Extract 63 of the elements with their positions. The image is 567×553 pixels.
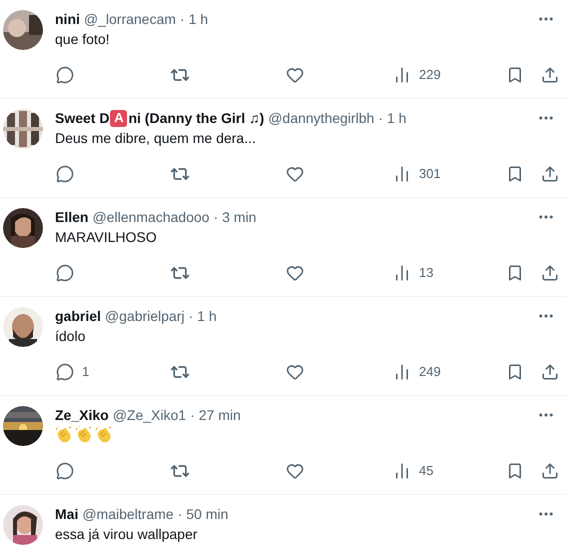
post-time[interactable]: 50 min (186, 504, 228, 524)
bookmark-icon[interactable] (506, 363, 524, 381)
user-handle[interactable]: @maibeltrame (82, 504, 174, 524)
post-time[interactable]: 1 h (386, 108, 406, 128)
reply-count: 1 (82, 363, 90, 382)
reply-icon[interactable] (56, 363, 74, 381)
dot-separator: · (188, 307, 194, 326)
like-icon[interactable] (286, 363, 304, 381)
reply-icon[interactable] (56, 66, 74, 84)
dot-separator: · (378, 109, 383, 128)
author-name[interactable]: Sweet D A ni (Danny the Girl ♫) (55, 108, 264, 128)
user-handle[interactable]: @Ze_Xiko1 (112, 405, 186, 425)
reply-text: que foto! (55, 30, 110, 49)
author-name[interactable]: nini (55, 9, 80, 29)
like-icon[interactable] (286, 66, 304, 84)
post-time[interactable]: 27 min (198, 405, 241, 425)
clapping-hands-icon (95, 426, 113, 444)
views-icon[interactable] (393, 165, 411, 183)
author-name[interactable]: Mai (55, 504, 78, 524)
view-count: 13 (419, 264, 434, 282)
user-handle[interactable]: @dannythegirlbh (268, 108, 374, 128)
like-icon[interactable] (286, 165, 304, 183)
author-name[interactable]: gabriel (55, 306, 101, 326)
views-icon[interactable] (393, 363, 411, 381)
views-icon[interactable] (393, 462, 411, 480)
author-name[interactable]: Ellen (55, 207, 88, 227)
like-icon[interactable] (286, 264, 304, 282)
share-icon[interactable] (541, 363, 559, 381)
bookmark-icon[interactable] (506, 462, 524, 480)
view-count: 45 (419, 462, 434, 480)
bookmark-icon[interactable] (506, 165, 524, 183)
share-icon[interactable] (541, 264, 559, 282)
view-count: 249 (419, 363, 441, 382)
clapping-hands-icon (75, 426, 93, 444)
dot-separator: · (213, 208, 218, 227)
reply-icon[interactable] (56, 165, 74, 183)
dot-separator: · (178, 505, 182, 524)
like-icon[interactable] (286, 462, 304, 480)
bookmark-icon[interactable] (506, 264, 524, 282)
reply-text: essa já virou wallpaper (55, 525, 198, 544)
clapping-hands-icon (55, 426, 73, 444)
author-name[interactable]: Ze_Xiko (55, 405, 109, 425)
user-handle[interactable]: @gabrielparj (104, 306, 184, 326)
reply-icon[interactable] (56, 462, 74, 480)
view-count: 229 (419, 66, 441, 84)
post-time[interactable]: 3 min (222, 207, 256, 227)
user-handle[interactable]: @ellenmachadooo (92, 207, 210, 227)
post-time[interactable]: 1 h (197, 306, 217, 326)
dot-separator: · (180, 10, 185, 29)
post-time[interactable]: 1 h (188, 9, 208, 29)
reply-text: ídolo (55, 327, 86, 346)
reply-icon[interactable] (56, 264, 74, 282)
share-icon[interactable] (541, 165, 559, 183)
dot-separator: · (190, 406, 195, 425)
reply-text: Deus me dibre, quem me dera... (55, 129, 257, 148)
share-icon[interactable] (541, 462, 559, 480)
bookmark-icon[interactable] (506, 66, 524, 84)
share-icon[interactable] (541, 66, 559, 84)
view-count: 301 (419, 165, 441, 184)
reply-text: MARAVILHOSO (55, 228, 158, 247)
views-icon[interactable] (393, 264, 411, 282)
user-handle[interactable]: @_lorranecam (84, 9, 176, 29)
views-icon[interactable] (393, 66, 411, 84)
